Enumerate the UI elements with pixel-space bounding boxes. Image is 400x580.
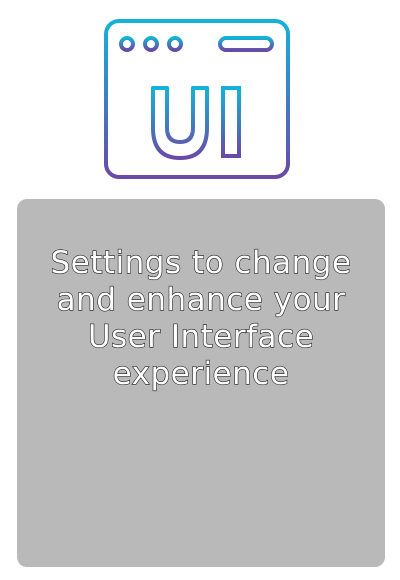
- ui-letter-i: [221, 86, 241, 158]
- window-dot-icon: [167, 36, 183, 52]
- description-card: Settings to change and enhance your User…: [17, 199, 385, 567]
- window-dot-icon: [143, 36, 159, 52]
- window-dot-icon: [119, 36, 135, 52]
- ui-logo: [103, 18, 291, 180]
- ui-letter-u: [151, 86, 209, 160]
- ui-browser-window-icon: [104, 19, 290, 179]
- description-text: Settings to change and enhance your User…: [50, 244, 352, 392]
- window-address-bar: [218, 36, 274, 52]
